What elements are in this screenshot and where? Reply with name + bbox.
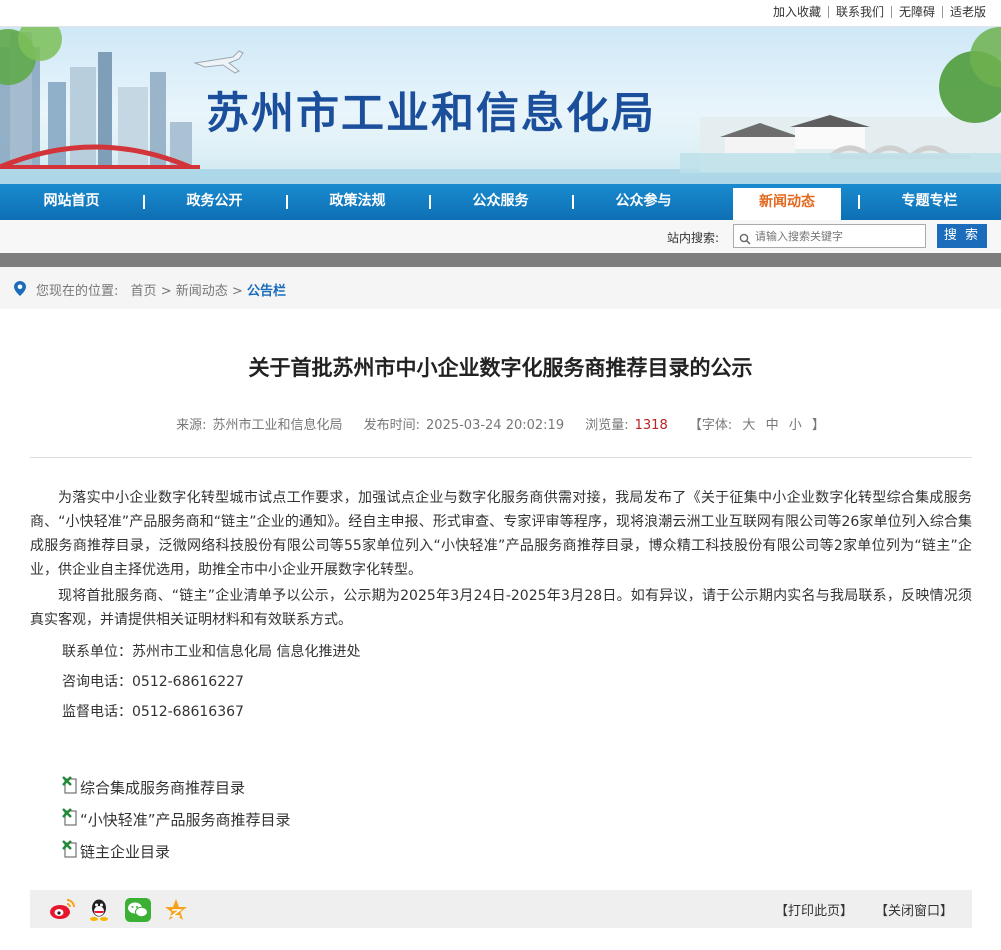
article-body: 为落实中小企业数字化转型城市试点工作要求，加强试点企业与数字化服务商供需对接，我… xyxy=(30,486,972,730)
article-paragraph: 为落实中小企业数字化转型城市试点工作要求，加强试点企业与数字化服务商供需对接，我… xyxy=(30,490,972,578)
breadcrumb-prefix: 您现在的位置: xyxy=(36,284,119,299)
search-box xyxy=(733,224,926,248)
elderly-mode-link[interactable]: 适老版 xyxy=(941,6,993,18)
consult-phone: 咨询电话：0512-68616227 xyxy=(62,674,244,690)
article-title: 关于首批苏州市中小企业数字化服务商推荐目录的公示 xyxy=(248,356,753,380)
breadcrumb: 您现在的位置: 首页 > 新闻动态 > 公告栏 xyxy=(0,267,1001,309)
excel-file-icon xyxy=(62,840,78,862)
breadcrumb-home-link[interactable]: 首页 xyxy=(131,284,157,299)
search-input[interactable] xyxy=(755,227,921,245)
close-window-button[interactable]: 【关闭窗口】 xyxy=(875,900,953,919)
attachment-title[interactable]: “小快轻准”产品服务商推荐目录 xyxy=(80,809,291,830)
article-paragraph: 现将首批服务商、“链主”企业清单予以公示，公示期为2025年3月24日-2025… xyxy=(30,588,972,628)
contact-unit: 联系单位：苏州市工业和信息化局 信息化推进处 xyxy=(62,644,361,660)
font-size-bracket: 】 xyxy=(811,418,825,433)
nav-item-policies[interactable]: 政策法规 xyxy=(286,184,429,220)
breadcrumb-separator: > xyxy=(231,284,243,299)
search-bar: 站内搜索: 搜 索 xyxy=(0,220,1001,253)
breadcrumb-news-link[interactable]: 新闻动态 xyxy=(176,284,228,299)
font-small-button[interactable]: 小 xyxy=(789,418,802,433)
breadcrumb-current[interactable]: 公告栏 xyxy=(247,284,286,299)
nav-item-public-services[interactable]: 公众服务 xyxy=(429,184,572,220)
breadcrumb-separator: > xyxy=(160,284,172,299)
attachment-link[interactable]: 综合集成服务商推荐目录 xyxy=(62,776,245,798)
attachment-title[interactable]: 链主企业目录 xyxy=(80,841,170,862)
location-pin-icon xyxy=(14,281,26,300)
search-label: 站内搜索: xyxy=(667,231,720,245)
views-count: 1318 xyxy=(634,418,668,433)
weibo-icon[interactable] xyxy=(49,898,75,924)
date-label: 发布时间: xyxy=(363,418,421,433)
favorite-star-icon[interactable] xyxy=(164,898,188,926)
article-meta: 来源: 苏州市工业和信息化局 发布时间: 2025-03-24 20:02:19 浏… xyxy=(0,414,1001,433)
font-medium-button[interactable]: 中 xyxy=(766,418,779,433)
attachment-title[interactable]: 综合集成服务商推荐目录 xyxy=(80,777,245,798)
excel-file-icon xyxy=(62,776,78,798)
nav-item-news[interactable]: 新闻动态 xyxy=(733,188,841,220)
source-label: 来源: xyxy=(176,418,207,433)
top-utility-bar: 加入收藏 联系我们 无障碍 适老版 xyxy=(0,0,1001,27)
views-label: 浏览量: xyxy=(585,418,629,433)
attachment-link[interactable]: “小快轻准”产品服务商推荐目录 xyxy=(62,808,291,830)
site-title: 苏州市工业和信息化局 xyxy=(206,89,656,139)
search-icon xyxy=(739,230,751,249)
divider xyxy=(30,457,972,458)
attachment-link[interactable]: 链主企业目录 xyxy=(62,840,170,862)
add-favorite-link[interactable]: 加入收藏 xyxy=(766,6,828,18)
wechat-icon[interactable] xyxy=(125,898,151,926)
nav-item-special-topics[interactable]: 专题专栏 xyxy=(858,184,1001,220)
qq-icon[interactable] xyxy=(88,898,110,926)
accessibility-link[interactable]: 无障碍 xyxy=(890,6,942,18)
source-value: 苏州市工业和信息化局 xyxy=(212,418,343,433)
nav-item-home[interactable]: 网站首页 xyxy=(0,184,143,220)
nav-item-gov-affairs[interactable]: 政务公开 xyxy=(143,184,286,220)
article-tools-bar: 【打印此页】 【关闭窗口】 xyxy=(30,890,972,928)
supervision-phone: 监督电话：0512-68616367 xyxy=(62,704,244,720)
main-nav: 网站首页 政务公开 政策法规 公众服务 公众参与 新闻动态 专题专栏 xyxy=(0,184,1001,220)
excel-file-icon xyxy=(62,808,78,830)
nav-shadow-bar xyxy=(0,253,1001,267)
print-page-button[interactable]: 【打印此页】 xyxy=(775,900,853,919)
site-banner: 苏州市工业和信息化局 xyxy=(0,27,1001,184)
contact-us-link[interactable]: 联系我们 xyxy=(827,6,891,18)
font-large-button[interactable]: 大 xyxy=(742,418,755,433)
nav-item-participation[interactable]: 公众参与 xyxy=(572,184,715,220)
top-links: 加入收藏 联系我们 无障碍 适老版 xyxy=(766,6,993,18)
date-value: 2025-03-24 20:02:19 xyxy=(426,418,565,433)
font-size-label: 【字体: xyxy=(688,418,733,433)
search-button[interactable]: 搜 索 xyxy=(937,224,987,248)
